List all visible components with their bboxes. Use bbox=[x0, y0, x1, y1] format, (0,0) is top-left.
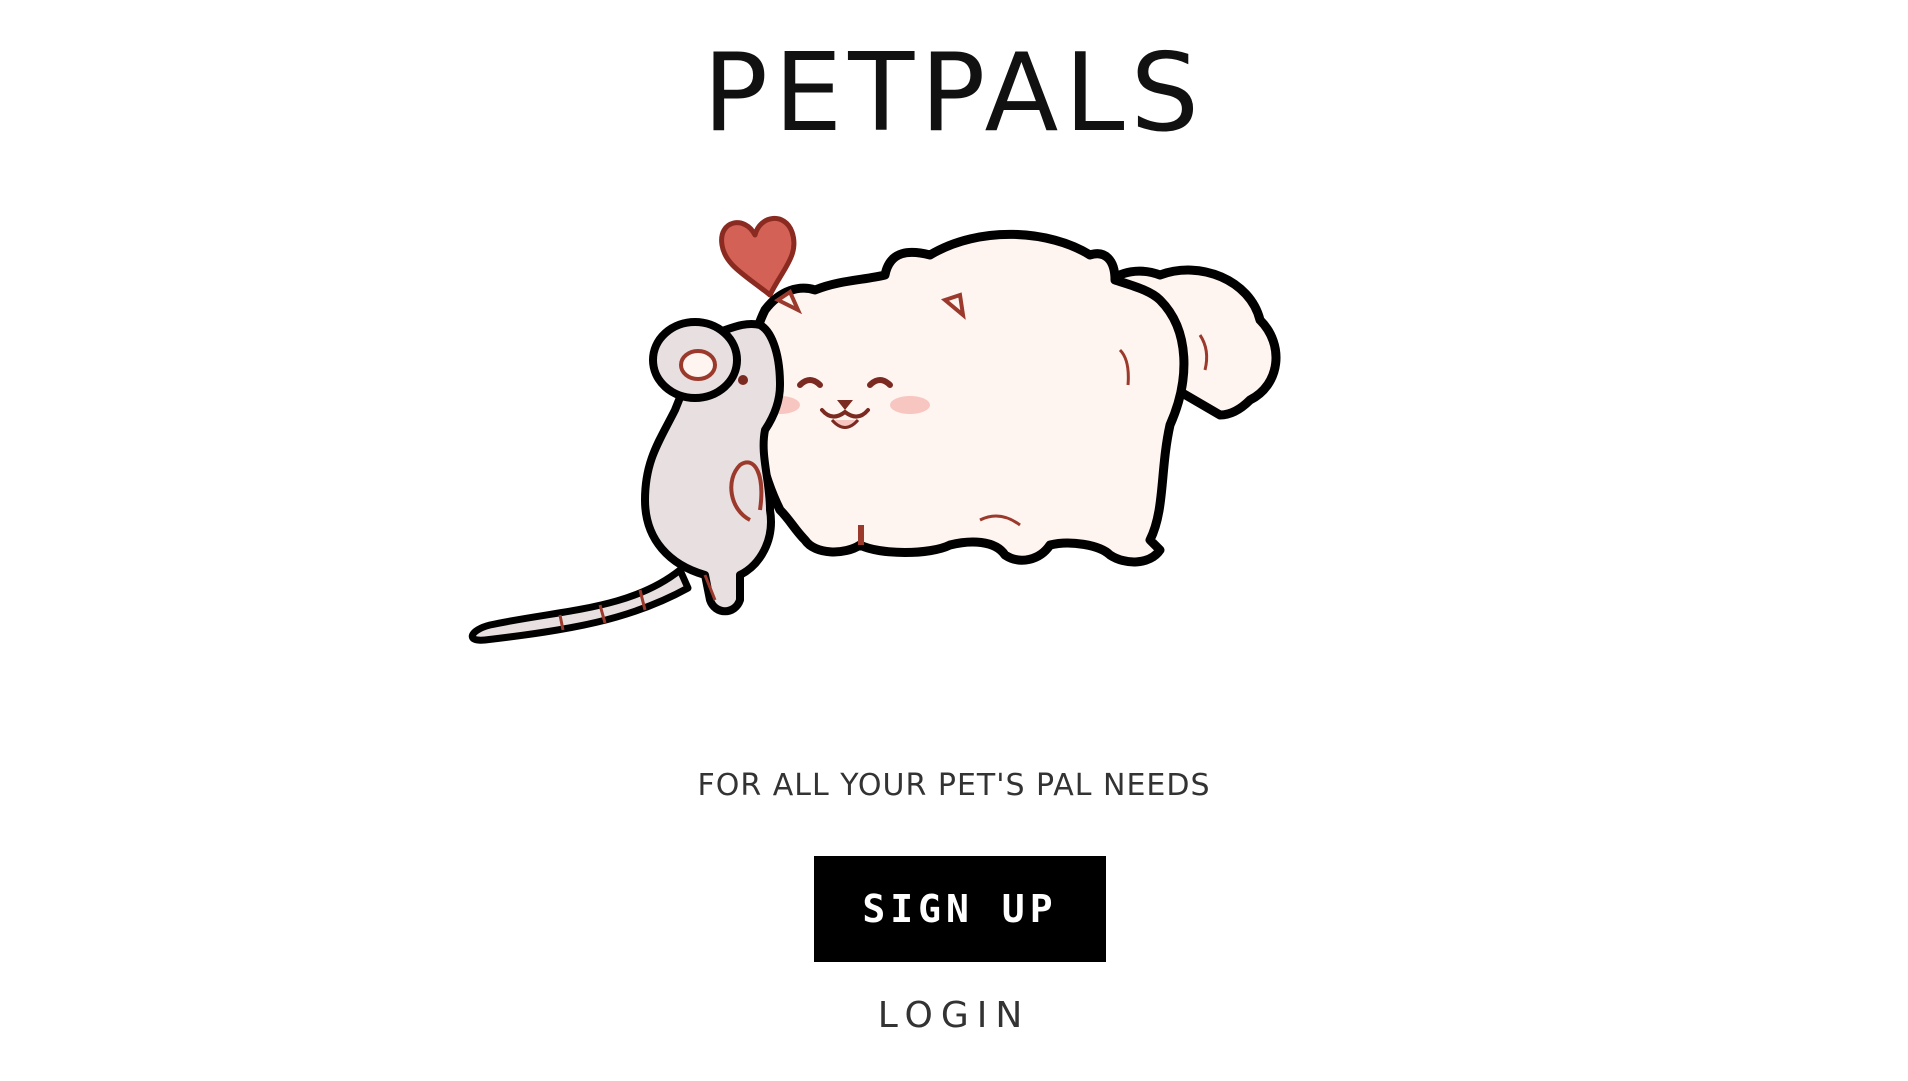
landing-page: PETPALS FOR ALL YOUR PET'S PAL NEEDS SIG… bbox=[0, 0, 1908, 1081]
login-link[interactable]: LOGIN bbox=[0, 995, 1908, 1036]
tagline: FOR ALL YOUR PET'S PAL NEEDS bbox=[697, 768, 1211, 803]
signup-button[interactable]: SIGN UP bbox=[814, 856, 1106, 962]
mouse-icon bbox=[469, 318, 784, 644]
app-title: PETPALS bbox=[702, 31, 1206, 156]
hero-illustration bbox=[469, 215, 1281, 644]
heart-icon bbox=[719, 215, 797, 298]
dog-icon bbox=[744, 229, 1281, 567]
